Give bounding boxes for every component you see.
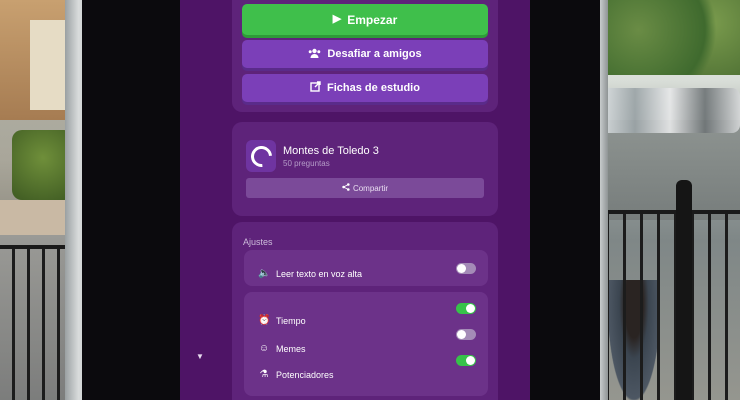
iron-railing-right: [592, 210, 740, 400]
users-icon: [308, 48, 321, 61]
start-button[interactable]: ▶ Empezar: [242, 4, 488, 35]
building-wall: [30, 20, 70, 110]
flashcards-label: Fichas de estudio: [327, 82, 420, 94]
option-row-time: ⏰ Tiempo: [258, 315, 306, 326]
speaker-icon: 🔈: [258, 268, 271, 279]
share-icon: [342, 183, 350, 193]
kiosk-frame-right: [600, 0, 608, 400]
quiz-question-count: 50 preguntas: [283, 159, 330, 168]
option-row-powerups: ⚗ Potenciadores: [258, 369, 334, 380]
settings-heading: Ajustes: [243, 237, 273, 247]
time-toggle[interactable]: [456, 303, 476, 314]
share-button[interactable]: Compartir: [246, 178, 484, 198]
option-label-memes: Memes: [276, 343, 306, 354]
challenge-friends-label: Desafiar a amigos: [327, 48, 422, 60]
start-button-label: Empezar: [347, 12, 398, 27]
play-icon: ▶: [332, 13, 342, 25]
road: [595, 120, 740, 220]
quiz-logo-icon: [246, 140, 276, 172]
parked-cars: [600, 88, 740, 133]
read-aloud-toggle[interactable]: [456, 263, 476, 274]
read-aloud-row: 🔈 Leer texto en voz alta: [258, 268, 362, 279]
challenge-friends-button[interactable]: Desafiar a amigos: [242, 40, 488, 68]
share-label: Compartir: [352, 183, 389, 193]
flask-icon: ⚗: [259, 369, 269, 380]
option-label-time: Tiempo: [276, 315, 306, 326]
option-row-memes: ☺ Memes: [258, 343, 306, 354]
scroll-indicator-icon: ▼: [196, 352, 204, 361]
powerups-toggle[interactable]: [456, 355, 476, 366]
quiz-title: Montes de Toledo 3: [283, 145, 379, 157]
option-label-powerups: Potenciadores: [276, 369, 334, 380]
railing-post: [676, 180, 692, 400]
meme-face-icon: ☺: [258, 343, 270, 354]
external-link-icon: [310, 81, 321, 95]
read-aloud-label: Leer texto en voz alta: [276, 268, 363, 279]
trees: [595, 0, 740, 75]
memes-toggle[interactable]: [456, 329, 476, 340]
alarm-clock-icon: ⏰: [258, 315, 271, 326]
flashcards-button[interactable]: Fichas de estudio: [242, 74, 488, 102]
